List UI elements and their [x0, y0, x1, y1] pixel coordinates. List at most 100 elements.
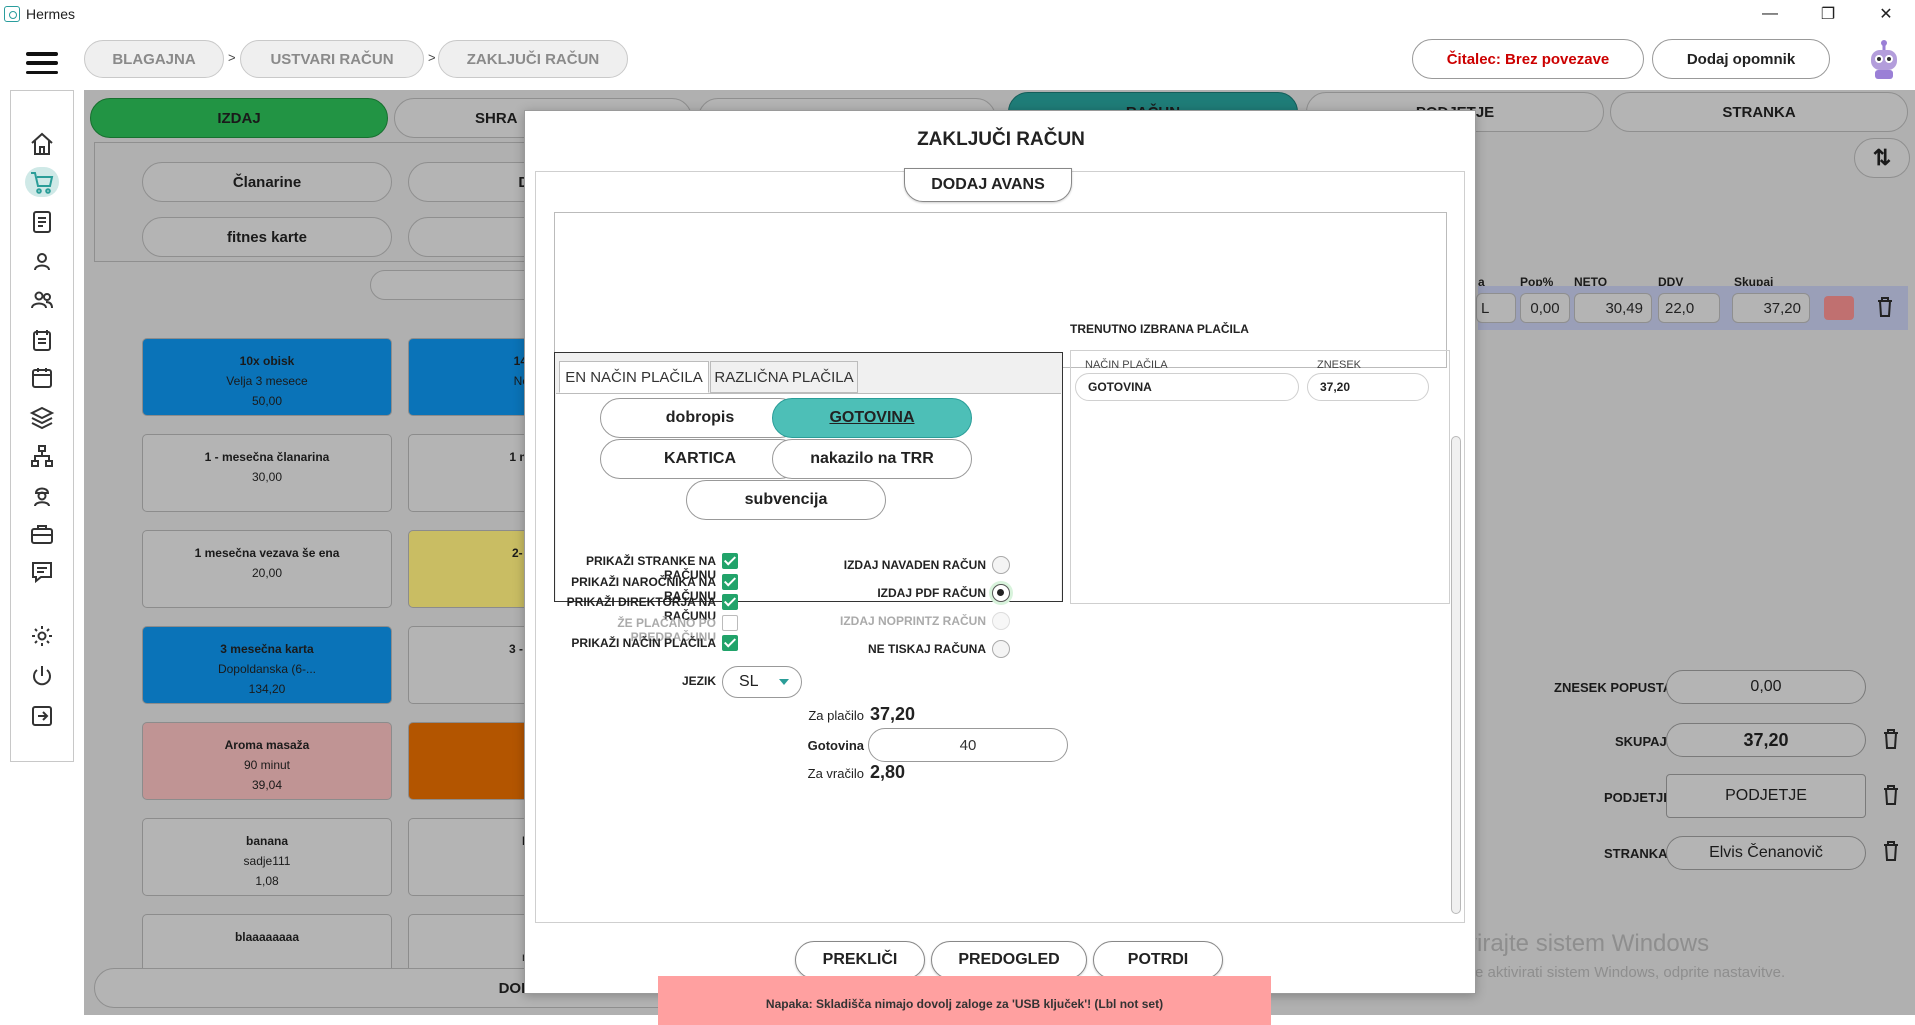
- product-tile[interactable]: 1 mesečna vezava še ena 20,00: [142, 530, 392, 608]
- discount-amount-field[interactable]: 0,00: [1666, 670, 1866, 704]
- payment-gotovina-button[interactable]: GOTOVINA: [772, 398, 972, 438]
- window-titlebar: Hermes — ❐ ✕: [0, 0, 1915, 28]
- row-ddv-select[interactable]: 22,0: [1658, 293, 1720, 323]
- product-tile-price: 1,08: [255, 874, 279, 888]
- breadcrumb-zakljuci-racun[interactable]: ZAKLJUČI RAČUN: [438, 40, 628, 78]
- row-unit-select[interactable]: L: [1476, 293, 1516, 323]
- product-tile-name: 1 - mesečna članarina: [204, 450, 330, 464]
- close-window-button[interactable]: ✕: [1857, 0, 1915, 28]
- tab-izdaj[interactable]: IZDAJ: [90, 98, 388, 138]
- sort-toggle-icon[interactable]: ⇅: [1854, 138, 1910, 178]
- breadcrumb-blagajna[interactable]: BLAGAJNA: [84, 40, 224, 78]
- person-icon[interactable]: [25, 247, 59, 277]
- document-icon[interactable]: [25, 207, 59, 237]
- selected-payment-amount[interactable]: 37,20: [1307, 373, 1429, 401]
- total-field: 37,20: [1666, 723, 1866, 757]
- change-value: 2,80: [870, 762, 906, 782]
- product-tile-sub: 90 minut: [243, 758, 291, 772]
- briefcase-icon[interactable]: [25, 519, 59, 549]
- row-discount-field[interactable]: 0,00: [1520, 293, 1570, 323]
- hierarchy-icon[interactable]: [25, 441, 59, 471]
- print-option-label: IZDAJ PDF RAČUN: [877, 586, 986, 600]
- hermes-logo-icon: [4, 6, 20, 22]
- logout-icon[interactable]: [25, 701, 59, 731]
- customer-field[interactable]: Elvis Čenanovič: [1666, 836, 1866, 870]
- option-checkbox[interactable]: [722, 553, 738, 569]
- product-tile-sub: Velja 3 mesece: [226, 374, 308, 388]
- row-neto-field[interactable]: 30,49: [1574, 293, 1652, 323]
- to-pay-label: Za plačilo: [808, 708, 864, 723]
- product-tile[interactable]: 1 - mesečna članarina 30,00: [142, 434, 392, 512]
- windows-activation-hint: Če želite aktivirati sistem Windows, odp…: [1425, 964, 1786, 981]
- category-clanarine[interactable]: Članarine: [142, 162, 392, 202]
- maximize-button[interactable]: ❐: [1799, 0, 1857, 28]
- payment-nakazilo-button[interactable]: nakazilo na TRR: [772, 439, 972, 479]
- hamburger-menu-icon[interactable]: [26, 52, 58, 74]
- scrollbar-thumb[interactable]: [1451, 436, 1461, 914]
- product-tile-name: Aroma masaža: [224, 738, 310, 752]
- row-total-field[interactable]: 37,20: [1732, 293, 1810, 323]
- option-checkbox[interactable]: [722, 635, 738, 651]
- list-icon[interactable]: [25, 325, 59, 355]
- dialog-scrollbar[interactable]: [1450, 176, 1462, 920]
- tab-multiple-payments[interactable]: RAZLIČNA PLAČILA: [710, 361, 858, 393]
- error-toast: Napaka: Skladišča nimajo dovolj zaloge z…: [658, 976, 1271, 1025]
- people-icon[interactable]: [25, 285, 59, 315]
- selected-payments-list: NAČIN PLAČILA ZNESEK GOTOVINA 37,20: [1070, 350, 1450, 604]
- language-value: SL: [739, 673, 759, 690]
- print-option-radio[interactable]: [992, 640, 1010, 658]
- confirm-button[interactable]: POTRDI: [1093, 941, 1223, 979]
- home-icon[interactable]: [25, 129, 59, 159]
- product-tile-price: 50,00: [251, 394, 283, 408]
- cart-icon[interactable]: [25, 167, 59, 197]
- app-title: Hermes: [26, 6, 76, 22]
- option-checkbox[interactable]: [722, 594, 738, 610]
- payment-subvencija-button[interactable]: subvencija: [686, 480, 886, 520]
- calendar-icon[interactable]: [25, 363, 59, 393]
- product-tile[interactable]: 10x obisk Velja 3 mesece 50,00: [142, 338, 392, 416]
- dialog-title: ZAKLJUČI RAČUN: [917, 129, 1085, 150]
- total-label: SKUPAJ: [1615, 734, 1667, 749]
- product-tile-sub: sadje111: [243, 854, 291, 868]
- chat-icon[interactable]: [25, 557, 59, 587]
- product-tile-name: 1 mesečna vezava še ena: [194, 546, 340, 560]
- power-icon[interactable]: [25, 661, 59, 691]
- dialog-scroll-area[interactable]: DODAJ AVANS EN NAČIN PLAČILA RAZLIČNA PL…: [535, 168, 1465, 923]
- worker-icon[interactable]: [25, 481, 59, 511]
- breadcrumb-separator: >: [228, 50, 236, 65]
- category-fitnes-karte[interactable]: fitnes karte: [142, 217, 392, 257]
- delete-company-icon[interactable]: [1882, 784, 1900, 806]
- discount-amount-label: ZNESEK POPUSTA: [1554, 680, 1673, 695]
- payment-kartica-button[interactable]: KARTICA: [600, 439, 800, 479]
- print-option-radio[interactable]: [992, 584, 1010, 602]
- print-option-radio[interactable]: [992, 556, 1010, 574]
- delete-row-icon[interactable]: [1876, 296, 1894, 318]
- option-checkbox: [722, 614, 738, 631]
- tab-single-payment[interactable]: EN NAČIN PLAČILA: [559, 361, 709, 393]
- product-tile[interactable]: 3 mesečna karta Dopoldanska (6-... 134,20: [142, 626, 392, 704]
- product-tile[interactable]: Aroma masaža 90 minut 39,04: [142, 722, 392, 800]
- product-tile[interactable]: banana sadje111 1,08: [142, 818, 392, 896]
- delete-total-icon[interactable]: [1882, 728, 1900, 750]
- selected-payment-method: GOTOVINA: [1075, 373, 1299, 401]
- minimize-button[interactable]: —: [1741, 0, 1799, 28]
- company-field[interactable]: PODJETJE: [1666, 774, 1866, 818]
- layers-icon[interactable]: [25, 403, 59, 433]
- payment-dobropis-button[interactable]: dobropis: [600, 398, 800, 438]
- language-select[interactable]: SL: [722, 666, 802, 698]
- delete-customer-icon[interactable]: [1882, 840, 1900, 862]
- reader-status-button[interactable]: Čitalec: Brez povezave: [1412, 39, 1644, 79]
- language-label: JEZIK: [681, 674, 716, 688]
- preview-button[interactable]: PREDOGLED: [931, 941, 1087, 979]
- cash-input[interactable]: 40: [868, 728, 1068, 762]
- add-advance-button[interactable]: DODAJ AVANS: [904, 168, 1072, 202]
- gear-icon[interactable]: [25, 621, 59, 651]
- change-label: Za vračilo: [807, 766, 864, 781]
- cancel-button[interactable]: PREKLIČI: [795, 941, 925, 979]
- robot-avatar-icon[interactable]: [1866, 38, 1902, 82]
- add-reminder-button[interactable]: Dodaj opomnik: [1652, 39, 1830, 79]
- breadcrumb-ustvari-racun[interactable]: USTVARI RAČUN: [240, 40, 424, 78]
- tab-stranka[interactable]: STRANKA: [1610, 92, 1908, 132]
- option-checkbox[interactable]: [722, 573, 738, 590]
- edit-row-icon[interactable]: [1824, 296, 1854, 320]
